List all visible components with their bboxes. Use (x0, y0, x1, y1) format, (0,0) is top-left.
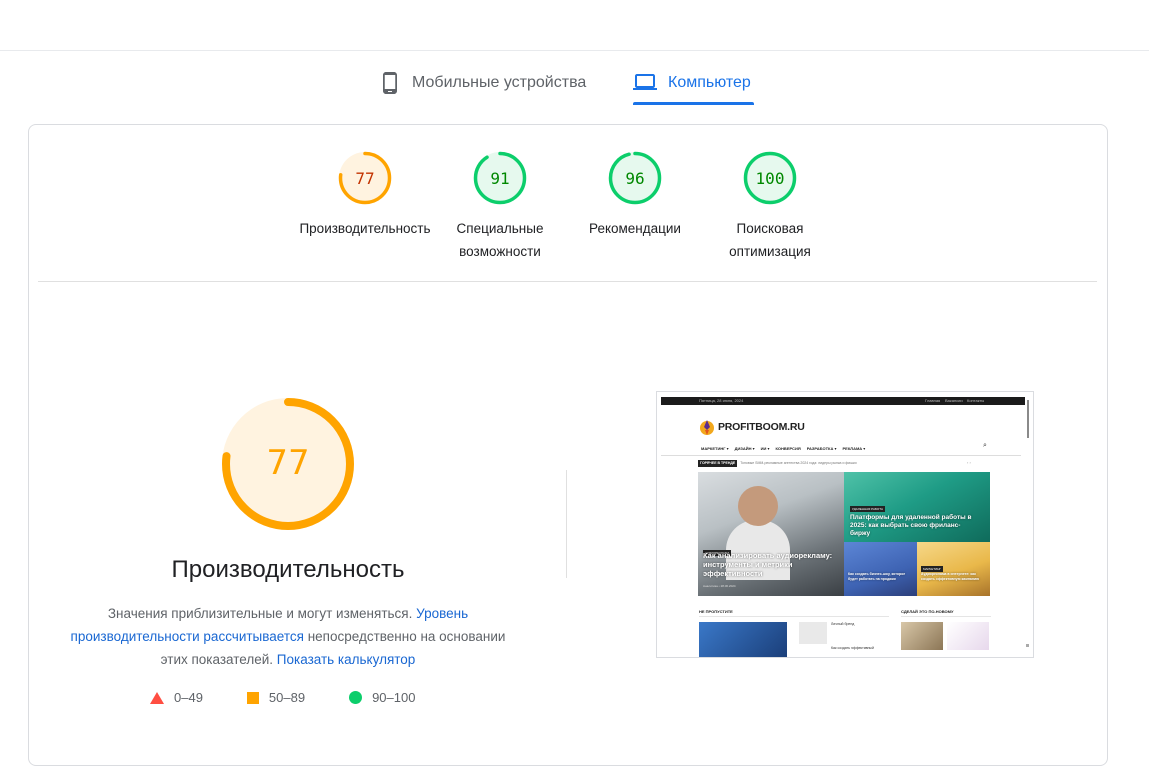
section-divider (38, 281, 1097, 282)
legend-pass: 90–100 (349, 690, 415, 705)
ticker-label: ГОРЯЧЕЕ В ТРЕНДЕ (698, 460, 738, 467)
ticker-text: Топовые SMM-рекламные агентства 2024 год… (740, 461, 857, 465)
square-icon (246, 691, 259, 704)
gauge-label: Производительность (299, 221, 431, 236)
site-name: PROFITBOOM.RU (718, 421, 805, 433)
gauge-label: Специальные возможности (456, 221, 544, 259)
site-menu-item: ИИ ▾ (760, 446, 770, 451)
triangle-icon (150, 691, 164, 704)
legend-range: 50–89 (268, 690, 306, 705)
gauge-score: 77 (355, 169, 374, 188)
gauge-ring: 91 (473, 151, 527, 205)
active-tab-indicator (633, 102, 754, 105)
tab-desktop-label: Компьютер (668, 74, 751, 91)
post-thumbnail (799, 622, 827, 644)
site-topbar: Пятница, 28 июня, 2024 Главная Вакансии … (661, 397, 1025, 405)
gauge-ring: 100 (743, 151, 797, 205)
featured-meta: Аналитика • 28.06.2024 (703, 584, 736, 588)
gauge-score: 96 (625, 169, 644, 188)
post-small-title: Личный бренд (831, 622, 855, 626)
gauge-score: 91 (490, 169, 509, 188)
show-calculator-link[interactable]: Показать калькулятор (277, 652, 416, 667)
post-card: МАРКЕТИНГ Аудиореклама в интернете: как … (917, 542, 990, 596)
post-title: Аудиореклама в интернете: как создать эф… (921, 572, 980, 581)
featured-post: АУДИОРЕКЛАМА Как анализировать аудиорекл… (698, 472, 844, 596)
post-small-title: Как создать эффективный (831, 646, 874, 650)
search-icon: ⌕ (983, 442, 987, 449)
site-topbar-link: Вакансии (945, 398, 963, 403)
gauge-best-practices[interactable]: 96 Рекомендации (565, 150, 705, 240)
site-scrollbar-arrow (1026, 644, 1029, 647)
ticker-arrows-icon: ‹ › (967, 460, 971, 465)
performance-description: Значения приблизительные и могут изменят… (60, 602, 516, 671)
post-tag: УДАЛЕННАЯ РАБОТА (850, 506, 885, 512)
performance-score: 77 (266, 443, 309, 483)
performance-title: Производительность (171, 556, 405, 583)
legend-range: 90–100 (372, 690, 416, 705)
post-card: Как создать бизнес-шоу, которое будет ра… (844, 542, 917, 596)
site-topbar-link: Главная (925, 398, 941, 403)
post-thumbnail (699, 622, 787, 657)
site-section-line (699, 616, 889, 617)
gauge-label: Поисковая оптимизация (729, 221, 811, 259)
tab-desktop[interactable]: Компьютер (632, 60, 751, 106)
legend-average: 50–89 (246, 690, 306, 705)
person-head-illustration (738, 486, 778, 526)
tab-mobile[interactable]: Мобильные устройства (378, 60, 586, 106)
smartphone-icon (378, 71, 402, 95)
gauge-score: 100 (756, 169, 785, 188)
site-menu-item: РАЗРАБОТКА ▾ (806, 446, 837, 451)
site-ticker: ГОРЯЧЕЕ В ТРЕНДЕ Топовые SMM-рекламные аг… (698, 460, 958, 467)
gauge-ring: 77 (338, 151, 392, 205)
site-menu-item: КОНВЕРСИЯ (775, 446, 801, 451)
gauge-label: Рекомендации (589, 221, 681, 236)
site-section-title: НЕ ПРОПУСТИТЕ (699, 609, 733, 614)
legend-fail: 0–49 (150, 690, 203, 705)
site-section-line (901, 616, 991, 617)
desktop-icon (632, 71, 658, 95)
post-card: УДАЛЕННАЯ РАБОТА Платформы для удаленной… (844, 472, 990, 542)
legend-range: 0–49 (174, 690, 203, 705)
site-date: Пятница, 28 июня, 2024 (699, 398, 744, 403)
site-logo: PROFITBOOM.RU (699, 418, 805, 436)
post-title: Как создать бизнес-шоу, которое будет ра… (848, 572, 906, 581)
site-menu-item: РЕКЛАМА ▾ (842, 446, 866, 451)
desc-text: Значения приблизительные и могут изменят… (107, 606, 417, 621)
page-screenshot[interactable]: Пятница, 28 июня, 2024 Главная Вакансии … (656, 391, 1034, 658)
featured-title: Как анализировать аудиорекламу: инструме… (703, 551, 833, 578)
score-legend: 0–49 50–89 90–100 (150, 690, 459, 705)
site-topbar-link: Контакты (967, 398, 985, 403)
site-scrollbar (1027, 400, 1029, 438)
site-menu: МАРКЕТИНГ ▾ ДИЗАЙН ▾ ИИ ▾ КОНВЕРСИЯ РАЗР… (701, 446, 991, 451)
site-menu-divider (661, 455, 1021, 456)
post-thumbnail (901, 622, 943, 650)
gauge-ring: 96 (608, 151, 662, 205)
gauge-seo[interactable]: 100 Поисковая оптимизация (700, 150, 840, 263)
performance-gauge-large: 77 (218, 394, 358, 539)
gauge-performance[interactable]: 77 Производительность (295, 150, 435, 240)
site-menu-item: ДИЗАЙН ▾ (734, 446, 755, 451)
site-menu-item: МАРКЕТИНГ ▾ (701, 446, 729, 451)
device-tabs: Мобильные устройства Компьютер (0, 60, 1149, 108)
rocket-icon (700, 420, 714, 435)
post-thumbnail (947, 622, 989, 650)
top-divider (0, 50, 1149, 51)
tab-mobile-label: Мобильные устройства (412, 74, 587, 91)
site-section-title: СДЕЛАЙ ЭТО ПО-НОВОМУ (901, 609, 954, 614)
post-title: Платформы для удаленной работы в 2025: к… (850, 514, 972, 537)
vertical-divider (566, 470, 567, 578)
gauge-accessibility[interactable]: 91 Специальные возможности (430, 150, 570, 263)
circle-icon (349, 691, 363, 704)
